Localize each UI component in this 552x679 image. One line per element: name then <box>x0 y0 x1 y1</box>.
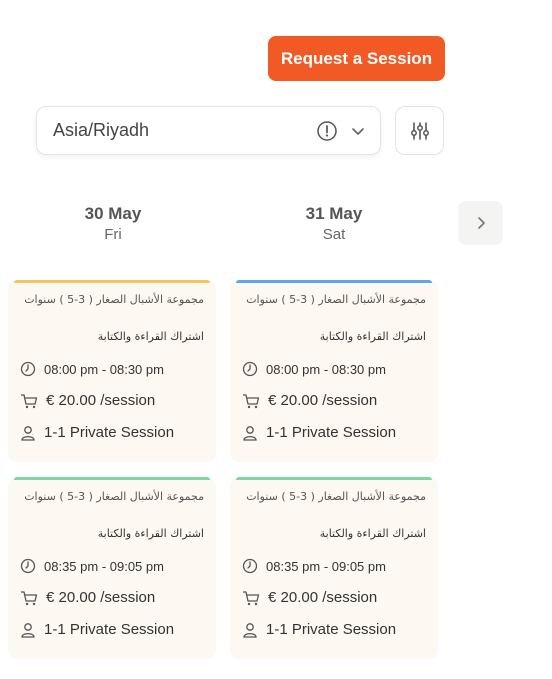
user-icon <box>243 425 257 441</box>
card-accent-bar <box>236 477 432 480</box>
session-price-row: € 20.00 /session <box>242 589 377 606</box>
session-time-row: 08:00 pm - 08:30 pm <box>20 361 164 377</box>
session-price: € 20.00 /session <box>268 392 378 409</box>
session-type-row: 1-1 Private Session <box>20 424 174 441</box>
day-header: 31 May Sat <box>234 204 434 243</box>
session-price: € 20.00 /session <box>268 589 378 606</box>
clock-icon <box>242 558 258 574</box>
filter-button[interactable] <box>395 106 444 155</box>
timezone-select[interactable]: Asia/Riyadh <box>36 106 381 155</box>
clock-icon <box>20 558 36 574</box>
session-type: 1-1 Private Session <box>44 621 175 638</box>
session-title: مجموعة الأشبال الصغار ( 3-5 ) سنوات <box>24 293 204 306</box>
session-type-row: 1-1 Private Session <box>242 621 396 638</box>
session-time: 08:00 pm - 08:30 pm <box>266 361 386 377</box>
day-header: 30 May Fri <box>13 204 213 243</box>
session-type: 1-1 Private Session <box>266 424 397 441</box>
user-icon <box>243 622 257 638</box>
day-weekday: Fri <box>104 226 122 243</box>
day-weekday: Sat <box>322 226 346 243</box>
session-title: مجموعة الأشبال الصغار ( 3-5 ) سنوات <box>24 490 204 503</box>
session-time-row: 08:35 pm - 09:05 pm <box>242 558 386 574</box>
session-subtitle: اشتراك القراءة والكتابة <box>319 527 426 540</box>
session-time-row: 08:00 pm - 08:30 pm <box>242 361 386 377</box>
cart-icon <box>21 393 38 408</box>
session-subtitle: اشتراك القراءة والكتابة <box>97 527 204 540</box>
session-time: 08:35 pm - 09:05 pm <box>266 558 386 574</box>
user-icon <box>21 622 35 638</box>
timezone-value: Asia/Riyadh <box>53 120 150 140</box>
card-accent-bar <box>14 477 210 480</box>
chevron-right-icon <box>477 217 485 229</box>
cart-icon <box>21 590 38 605</box>
session-price-row: € 20.00 /session <box>20 392 155 409</box>
session-type-row: 1-1 Private Session <box>20 621 174 638</box>
request-session-button[interactable]: Request a Session <box>268 36 445 81</box>
session-time: 08:00 pm - 08:30 pm <box>44 361 164 377</box>
clock-icon <box>242 361 258 377</box>
session-time: 08:35 pm - 09:05 pm <box>44 558 164 574</box>
session-time-row: 08:35 pm - 09:05 pm <box>20 558 164 574</box>
session-card[interactable]: مجموعة الأشبال الصغار ( 3-5 ) سنوات اشتر… <box>230 477 438 659</box>
next-days-button[interactable] <box>458 201 503 245</box>
user-icon <box>21 425 35 441</box>
session-type: 1-1 Private Session <box>266 621 397 638</box>
session-card[interactable]: مجموعة الأشبال الصغار ( 3-5 ) سنوات اشتر… <box>230 280 438 462</box>
session-card[interactable]: مجموعة الأشبال الصغار ( 3-5 ) سنوات اشتر… <box>8 477 216 659</box>
session-subtitle: اشتراك القراءة والكتابة <box>97 330 204 343</box>
session-card[interactable]: مجموعة الأشبال الصغار ( 3-5 ) سنوات اشتر… <box>8 280 216 462</box>
day-date: 31 May <box>305 204 363 223</box>
session-title: مجموعة الأشبال الصغار ( 3-5 ) سنوات <box>246 490 426 503</box>
session-price: € 20.00 /session <box>46 589 156 606</box>
session-type-row: 1-1 Private Session <box>242 424 396 441</box>
card-accent-bar <box>236 280 432 283</box>
chevron-down-icon <box>352 128 364 135</box>
info-icon <box>317 121 337 141</box>
day-date: 30 May <box>84 204 142 223</box>
session-price-row: € 20.00 /session <box>20 589 155 606</box>
session-price: € 20.00 /session <box>46 392 156 409</box>
session-title: مجموعة الأشبال الصغار ( 3-5 ) سنوات <box>246 293 426 306</box>
session-type: 1-1 Private Session <box>44 424 175 441</box>
session-price-row: € 20.00 /session <box>242 392 377 409</box>
filter-sliders-icon <box>410 121 429 140</box>
cart-icon <box>243 393 260 408</box>
card-accent-bar <box>14 280 210 283</box>
clock-icon <box>20 361 36 377</box>
cart-icon <box>243 590 260 605</box>
session-subtitle: اشتراك القراءة والكتابة <box>319 330 426 343</box>
